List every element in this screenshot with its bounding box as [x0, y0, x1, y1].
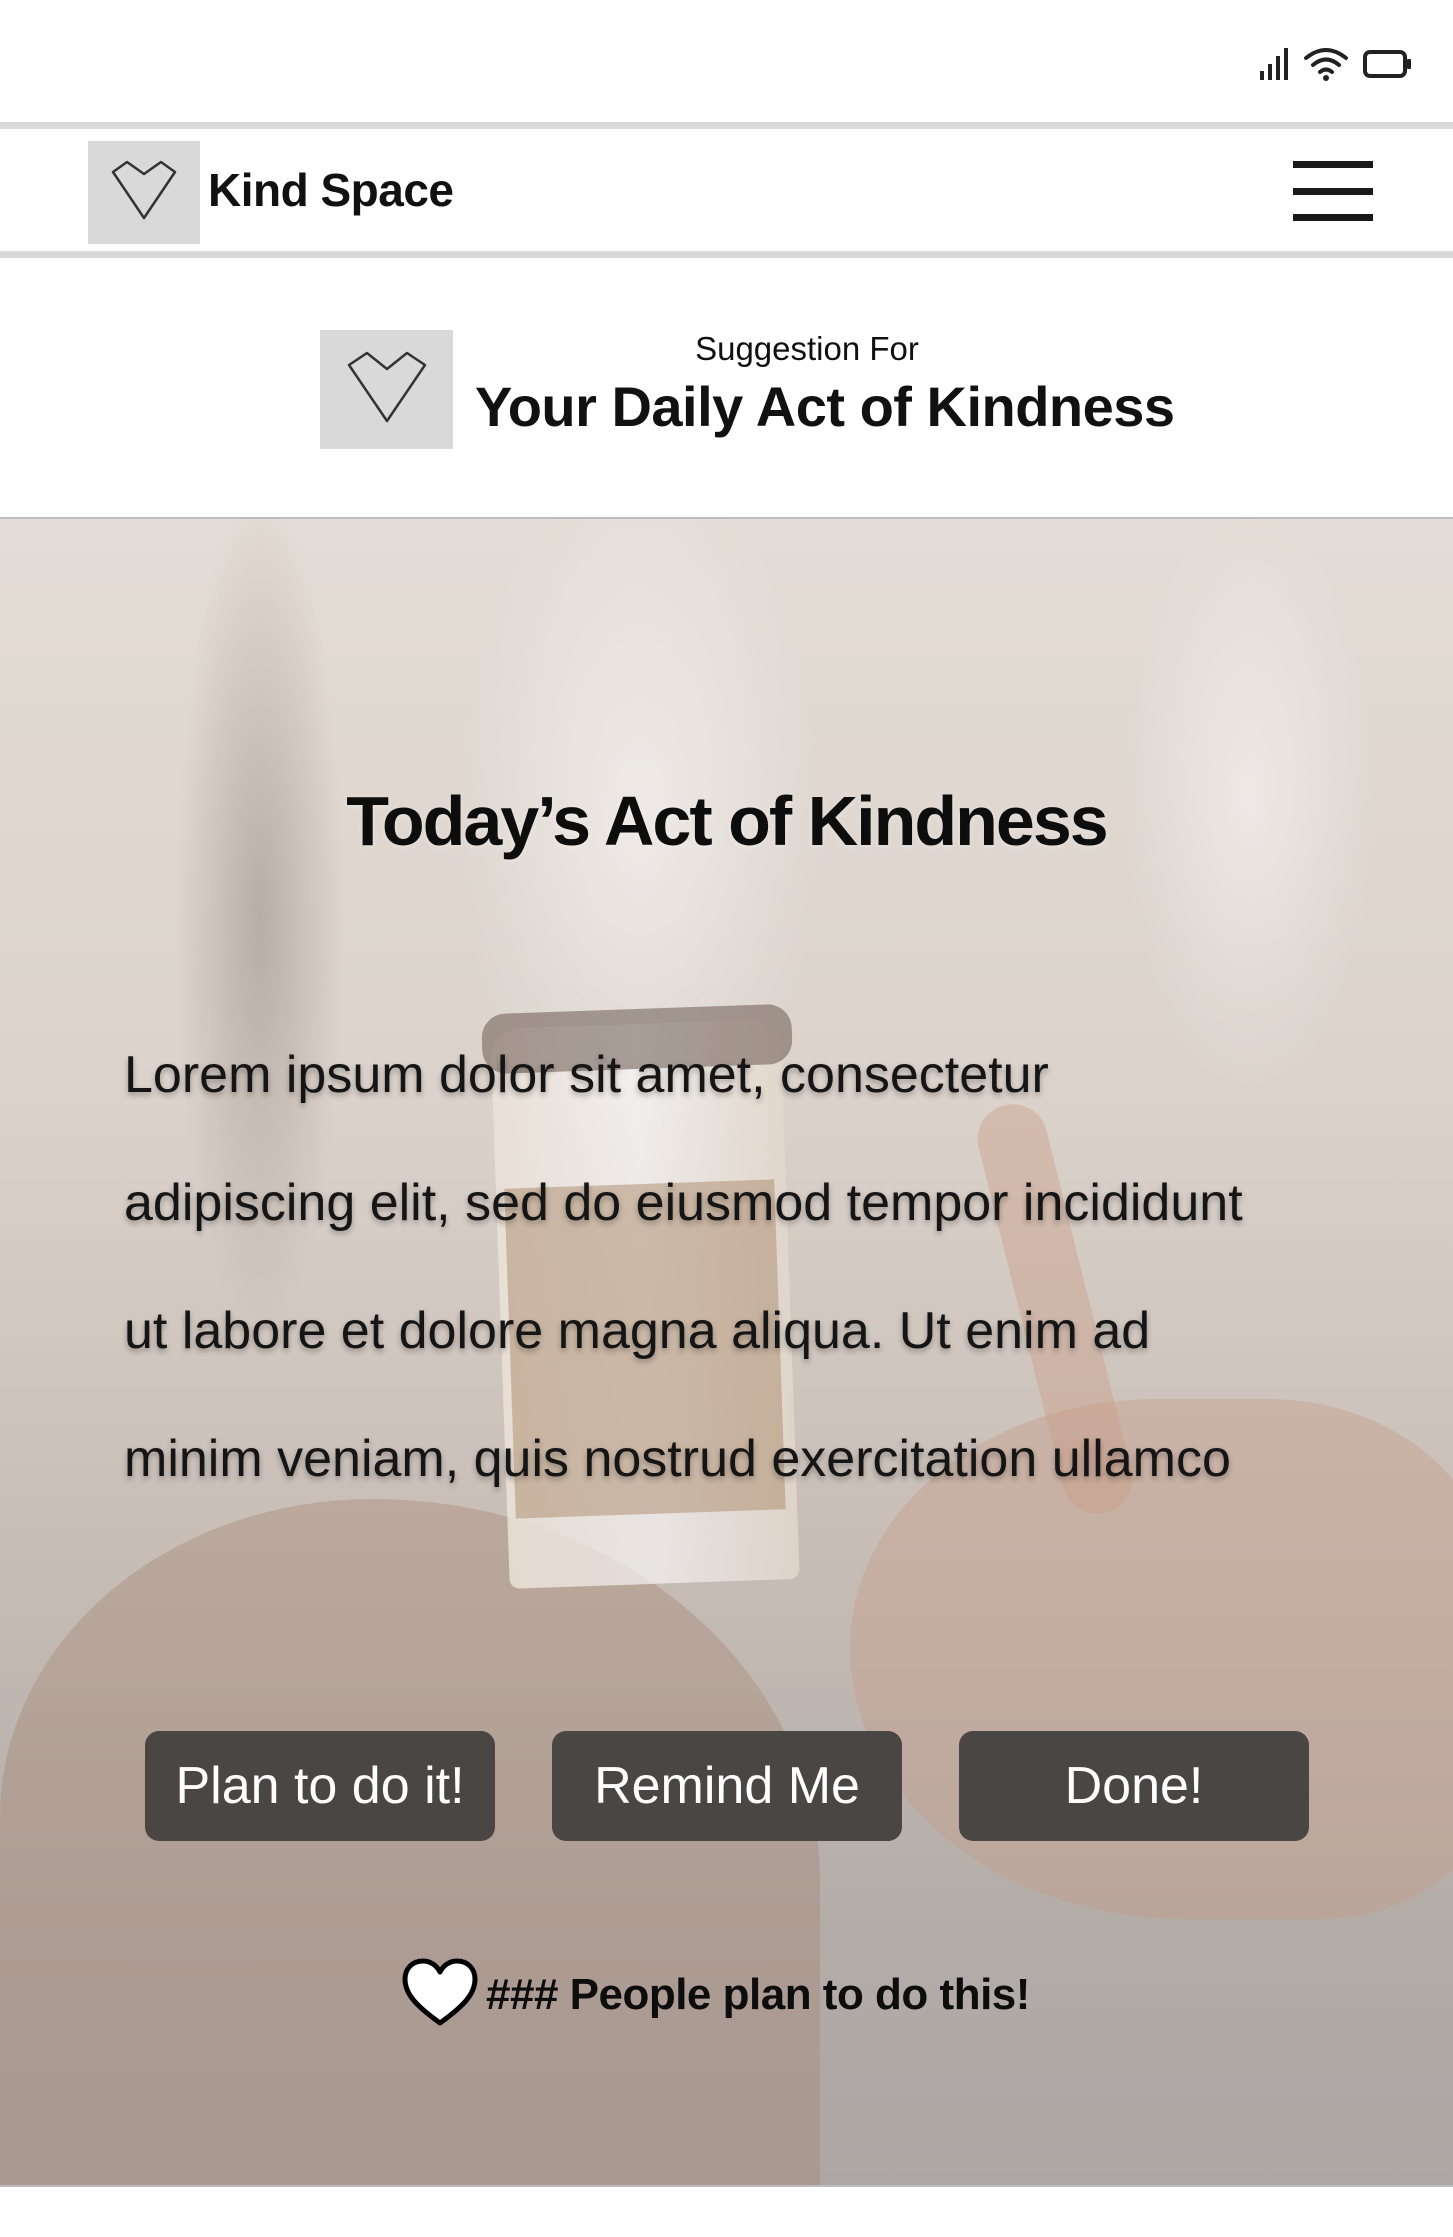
menu-line: [1293, 187, 1373, 195]
plan-count-text: ### People plan to do this!: [486, 1970, 1030, 2019]
description-line: ut labore et dolore magna aliqua. Ut eni…: [124, 1302, 1151, 1360]
status-icons: [1259, 46, 1413, 87]
description-line: minim veniam, quis nostrud exercitation …: [124, 1430, 1231, 1488]
menu-line: [1293, 161, 1373, 168]
heart-outline-icon: [109, 158, 179, 227]
menu-line: [1293, 214, 1373, 221]
suggestion-heading: Suggestion For Your Daily Act of Kindnes…: [0, 330, 1453, 450]
brand-name: Kind Space: [208, 164, 454, 216]
status-bar: [0, 0, 1453, 120]
heart-icon[interactable]: [400, 1957, 480, 2034]
card-title: Today’s Act of Kindness: [346, 782, 1108, 860]
footer-strip: [0, 2187, 1453, 2237]
kindness-card: Today’s Act of Kindness Lorem ipsum dolo…: [0, 517, 1453, 2187]
remind-me-button[interactable]: Remind Me: [552, 1731, 902, 1841]
suggestion-logo: [320, 330, 453, 449]
description-line: adipiscing elit, sed do eiusmod tempor i…: [124, 1174, 1243, 1232]
wifi-icon: [1303, 46, 1349, 87]
battery-icon: [1363, 49, 1413, 84]
plan-count: ### People plan to do this!: [400, 1955, 1030, 2035]
suggestion-title: Your Daily Act of Kindness: [475, 375, 1175, 438]
app-header: Kind Space: [0, 122, 1453, 258]
plan-button[interactable]: Plan to do it!: [145, 1731, 495, 1841]
signal-icon: [1259, 47, 1289, 86]
description-line: Lorem ipsum dolor sit amet, consectetur: [124, 1046, 1049, 1104]
action-buttons: Plan to do it! Remind Me Done!: [0, 1731, 1453, 1843]
app-logo[interactable]: [88, 141, 200, 244]
done-button[interactable]: Done!: [959, 1731, 1309, 1841]
heart-outline-icon: [345, 349, 429, 430]
card-description: Lorem ipsum dolor sit amet, consectetur …: [124, 1011, 1364, 1523]
suggestion-subtitle: Suggestion For: [695, 330, 919, 367]
hamburger-menu-icon[interactable]: [1293, 161, 1373, 221]
